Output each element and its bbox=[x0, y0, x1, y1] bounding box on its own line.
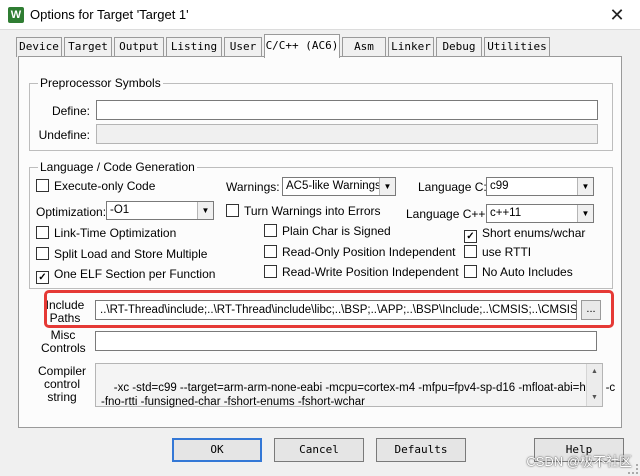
use-rtti-box[interactable] bbox=[464, 245, 477, 258]
optimization-label: Optimization: bbox=[36, 205, 107, 219]
cancel-button[interactable]: Cancel bbox=[274, 438, 364, 462]
read-write-pi-checkbox[interactable]: Read-Write Position Independent bbox=[264, 265, 459, 279]
keil-app-icon: W bbox=[8, 7, 24, 23]
turn-warnings-label: Turn Warnings into Errors bbox=[244, 204, 381, 218]
read-write-pi-box[interactable] bbox=[264, 265, 277, 278]
split-load-checkbox[interactable]: Split Load and Store Multiple bbox=[36, 247, 207, 261]
language-group-title: Language / Code Generation bbox=[38, 160, 197, 174]
tab-cc-ac6[interactable]: C/C++ (AC6) bbox=[264, 34, 340, 58]
tab-user[interactable]: User bbox=[224, 37, 262, 57]
warnings-label: Warnings: bbox=[226, 180, 280, 194]
resize-grip-icon[interactable] bbox=[628, 464, 638, 474]
optimization-select[interactable]: -O1 ▼ bbox=[106, 201, 214, 220]
chevron-down-icon[interactable]: ▼ bbox=[379, 178, 395, 195]
split-load-label: Split Load and Store Multiple bbox=[54, 247, 208, 261]
execute-only-checkbox[interactable]: Execute-only Code bbox=[36, 179, 155, 193]
chevron-down-icon[interactable]: ▼ bbox=[577, 205, 593, 222]
language-cpp-value: c++11 bbox=[490, 207, 522, 219]
no-auto-includes-checkbox[interactable]: No Auto Includes bbox=[464, 265, 573, 279]
chevron-down-icon[interactable]: ▼ bbox=[197, 202, 213, 219]
read-only-pi-label: Read-Only Position Independent bbox=[282, 245, 456, 259]
language-cpp-label: Language C++: bbox=[406, 207, 489, 221]
use-rtti-label: use RTTI bbox=[482, 245, 532, 259]
tab-listing[interactable]: Listing bbox=[166, 37, 222, 57]
turn-warnings-checkbox[interactable]: Turn Warnings into Errors bbox=[226, 204, 380, 218]
include-paths-highlight bbox=[44, 290, 614, 328]
plain-char-box[interactable] bbox=[264, 224, 277, 237]
plain-char-label: Plain Char is Signed bbox=[282, 224, 391, 238]
compiler-control-label: Compiler control string bbox=[37, 364, 86, 404]
title-bar: W Options for Target 'Target 1' ✕ bbox=[0, 0, 640, 30]
tab-debug[interactable]: Debug bbox=[436, 37, 482, 57]
tab-target[interactable]: Target bbox=[64, 37, 112, 57]
tab-asm[interactable]: Asm bbox=[342, 37, 386, 57]
ok-button[interactable]: OK bbox=[172, 438, 262, 462]
language-c-value: c99 bbox=[490, 180, 509, 192]
compiler-control-text: -xc -std=c99 --target=arm-arm-none-eabi … bbox=[101, 382, 616, 408]
compiler-scrollbar[interactable]: ▲ ▼ bbox=[586, 364, 602, 406]
language-cpp-select[interactable]: c++11 ▼ bbox=[486, 204, 594, 223]
short-enums-label: Short enums/wchar bbox=[482, 226, 586, 240]
preprocessor-group-title: Preprocessor Symbols bbox=[38, 76, 163, 90]
close-icon[interactable]: ✕ bbox=[594, 0, 640, 30]
one-elf-checkbox[interactable]: ✓ One ELF Section per Function bbox=[36, 267, 215, 284]
optimization-value: -O1 bbox=[110, 204, 130, 216]
use-rtti-checkbox[interactable]: use RTTI bbox=[464, 245, 531, 259]
window-title: Options for Target 'Target 1' bbox=[30, 7, 189, 22]
defaults-button[interactable]: Defaults bbox=[376, 438, 466, 462]
cc-options-panel: Preprocessor Symbols Define: Undefine: L… bbox=[18, 56, 622, 428]
read-write-pi-label: Read-Write Position Independent bbox=[282, 265, 459, 279]
warnings-select[interactable]: AC5-like Warnings ▼ bbox=[282, 177, 396, 196]
split-load-box[interactable] bbox=[36, 247, 49, 260]
no-auto-includes-box[interactable] bbox=[464, 265, 477, 278]
undefine-label: Undefine: bbox=[38, 128, 90, 142]
tab-utilities[interactable]: Utilities bbox=[484, 37, 550, 57]
preprocessor-group: Preprocessor Symbols Define: Undefine: bbox=[29, 76, 613, 151]
no-auto-includes-label: No Auto Includes bbox=[482, 265, 573, 279]
execute-only-box[interactable] bbox=[36, 179, 49, 192]
scroll-up-icon[interactable]: ▲ bbox=[587, 364, 602, 380]
plain-char-checkbox[interactable]: Plain Char is Signed bbox=[264, 224, 391, 238]
tab-output[interactable]: Output bbox=[114, 37, 164, 57]
misc-controls-input[interactable] bbox=[95, 331, 597, 351]
short-enums-checkbox[interactable]: ✓ Short enums/wchar bbox=[464, 226, 585, 243]
undefine-input[interactable] bbox=[96, 124, 598, 144]
language-group: Language / Code Generation Execute-only … bbox=[29, 160, 613, 289]
execute-only-label: Execute-only Code bbox=[54, 179, 156, 193]
chevron-down-icon[interactable]: ▼ bbox=[577, 178, 593, 195]
language-c-select[interactable]: c99 ▼ bbox=[486, 177, 594, 196]
scroll-down-icon[interactable]: ▼ bbox=[587, 390, 602, 406]
watermark-text: CSDN @极不社区 bbox=[526, 454, 632, 469]
warnings-value: AC5-like Warnings bbox=[286, 180, 381, 192]
one-elf-label: One ELF Section per Function bbox=[54, 267, 216, 281]
define-input[interactable] bbox=[96, 100, 598, 120]
define-label: Define: bbox=[51, 104, 90, 118]
link-time-label: Link-Time Optimization bbox=[54, 226, 177, 240]
language-c-label: Language C: bbox=[418, 180, 487, 194]
check-icon[interactable]: ✓ bbox=[464, 230, 477, 243]
compiler-control-string[interactable]: -xc -std=c99 --target=arm-arm-none-eabi … bbox=[95, 363, 615, 408]
tab-linker[interactable]: Linker bbox=[388, 37, 434, 57]
tab-device[interactable]: Device bbox=[16, 37, 62, 57]
turn-warnings-box[interactable] bbox=[226, 204, 239, 217]
link-time-checkbox[interactable]: Link-Time Optimization bbox=[36, 226, 176, 240]
link-time-box[interactable] bbox=[36, 226, 49, 239]
read-only-pi-box[interactable] bbox=[264, 245, 277, 258]
misc-controls-label: Misc Controls bbox=[41, 328, 86, 355]
check-icon[interactable]: ✓ bbox=[36, 271, 49, 284]
read-only-pi-checkbox[interactable]: Read-Only Position Independent bbox=[264, 245, 455, 259]
